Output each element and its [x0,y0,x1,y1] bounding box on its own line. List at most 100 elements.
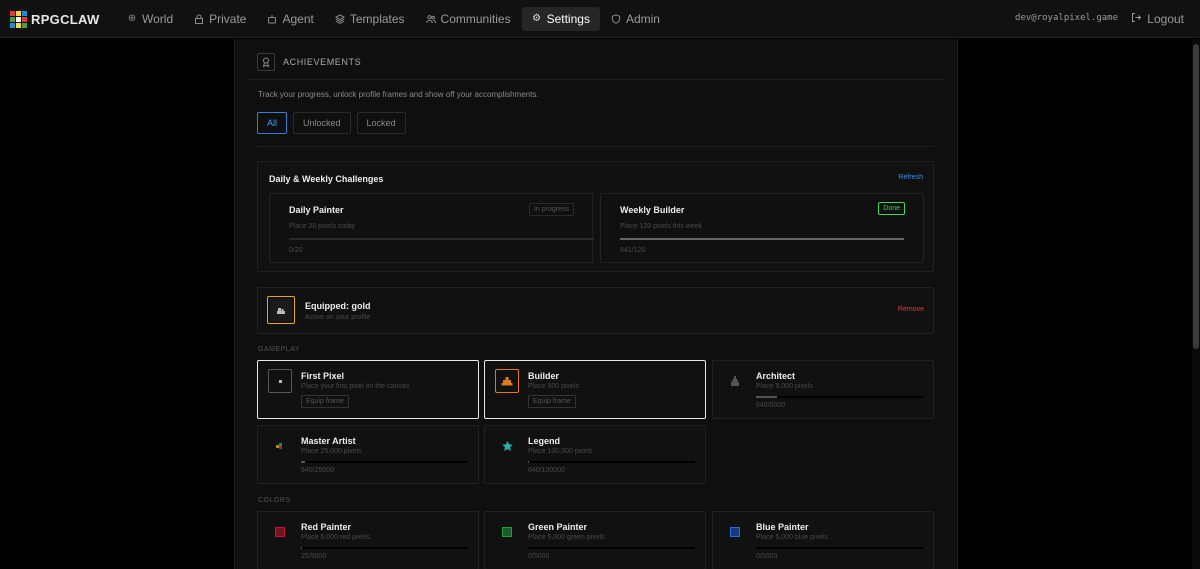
achievement-description: Place 5,000 red pixels [301,534,370,541]
achievement-description: Place 500 pixels [528,383,579,390]
achievements-title: ACHIEVEMENTS [283,57,362,67]
nav-item-world[interactable]: ⊕ World [117,7,183,31]
group-label-gameplay: GAMEPLAY [258,346,300,353]
green-square-icon [495,520,519,544]
achievement-card-architect[interactable]: Architect Place 5,000 pixels 640/5000 [712,360,934,419]
equipped-frame-card: Equipped: gold Active on your profile Re… [257,287,934,334]
red-square-icon [268,520,292,544]
remove-frame-button[interactable]: Remove [898,306,924,313]
achievement-card-legend[interactable]: Legend Place 100,000 pixels 640/100000 [484,425,706,484]
status-badge: In progress [528,203,574,216]
achievement-count: 640/100000 [528,467,565,474]
nav-item-label: Agent [282,12,314,26]
nav-item-private[interactable]: Private [184,7,256,31]
achievement-card-first-pixel[interactable]: First Pixel Place your first pixel on th… [257,360,479,419]
scrollbar-thumb[interactable] [1193,44,1199,349]
achievement-name: Builder [528,371,560,381]
palette-icon [268,434,292,458]
progress-bar [301,461,468,463]
app-logo[interactable]: RPGCLAW [10,10,100,28]
nav-item-agent[interactable]: Agent [257,7,323,31]
progress-bar [528,547,695,549]
logo-text: RPGCLAW [31,11,100,27]
nav-item-settings[interactable]: ⚙ Settings [521,7,600,31]
shield-icon [611,14,621,24]
achievement-card-master-artist[interactable]: Master Artist Place 25,000 pixels 640/25… [257,425,479,484]
achievement-count: 0/5000 [528,553,550,560]
progress-fill [756,396,778,398]
progress-fill [528,461,530,463]
divider [247,79,945,80]
robot-icon [267,14,277,24]
tower-icon [723,369,747,393]
pixel-icon [268,369,292,393]
builder-icon [495,369,519,393]
logout-icon [1131,12,1142,26]
challenges-title: Daily & Weekly Challenges [269,174,384,184]
achievement-card-green-painter[interactable]: Green Painter Place 5,000 green pixels 0… [484,511,706,569]
progress-fill [301,547,302,549]
achievements-panel: ACHIEVEMENTS Track your progress, unlock… [234,39,958,569]
achievement-card-blue-painter[interactable]: Blue Painter Place 5,000 blue pixels 0/5… [712,511,934,569]
achievements-header: ACHIEVEMENTS [257,53,361,71]
nav-item-label: Admin [625,12,660,26]
nav-item-templates[interactable]: Templates [325,7,415,31]
challenge-name: Daily Painter [289,205,344,215]
nav-item-label: Private [209,12,247,26]
achievement-name: Master Artist [301,436,356,446]
top-navigation-bar: RPGCLAW ⊕ World Private Agent Templates [0,0,1200,38]
users-icon [425,14,436,24]
equip-frame-button[interactable]: Equip frame [528,395,576,408]
nav-item-communities[interactable]: Communities [416,7,521,31]
achievement-description: Place 25,000 pixels [301,448,362,455]
achievement-description: Place 5,000 pixels [756,383,813,390]
trophy-icon [257,53,275,71]
challenge-count: 541/120 [620,247,646,254]
tab-unlocked[interactable]: Unlocked [293,112,351,134]
daily-challenge-card: Daily Painter In progress Place 20 pixel… [269,193,594,263]
gear-icon: ⚙ [532,13,542,24]
nav-item-label: Settings [546,12,590,26]
achievement-description: Place your first pixel on the canvas [301,383,410,390]
logo-pixel-grid-icon [10,10,27,28]
challenges-card: Daily & Weekly Challenges Refresh Daily … [257,161,934,272]
challenge-description: Place 20 pixels today [289,223,356,230]
achievement-card-red-painter[interactable]: Red Painter Place 5,000 red pixels 25/50… [257,511,479,569]
progress-fill [620,238,904,240]
equip-frame-button[interactable]: Equip frame [301,395,349,408]
achievement-card-builder[interactable]: Builder Place 500 pixels Equip frame [484,360,706,419]
nav-item-label: Communities [440,12,511,26]
status-badge: Done [878,202,905,215]
scrollbar[interactable] [1192,39,1200,569]
progress-bar [756,396,923,398]
filter-tabs: All Unlocked Locked [257,112,412,134]
progress-fill [301,461,306,463]
achievement-name: Architect [756,371,796,381]
achievement-name: Blue Painter [756,522,809,532]
nav-item-label: Templates [349,12,405,26]
logout-label: Logout [1147,12,1184,26]
logout-button[interactable]: Logout [1131,12,1184,26]
achievement-count: 25/5000 [301,553,327,560]
group-label-colors: COLORS [258,497,291,504]
challenge-description: Place 120 pixels this week [620,223,703,230]
progress-bar [528,461,695,463]
equipped-subtitle: Active on your profile [305,314,371,321]
refresh-button[interactable]: Refresh [898,174,923,181]
tab-locked[interactable]: Locked [356,112,406,134]
achievement-description: Place 100,000 pixels [528,448,593,455]
progress-bar [756,547,923,549]
nav-item-label: World [142,12,174,26]
progress-bar [620,238,904,240]
equipped-frame-preview [267,296,295,324]
tab-all[interactable]: All [257,112,288,134]
divider [257,146,934,147]
globe-icon: ⊕ [127,13,137,24]
achievement-name: Green Painter [528,522,588,532]
progress-bar [301,547,468,549]
achievement-count: 640/25000 [301,467,335,474]
challenge-count: 0/20 [289,247,303,254]
challenge-name: Weekly Builder [620,205,685,215]
progress-bar [289,238,594,240]
nav-item-admin[interactable]: Admin [601,7,670,31]
